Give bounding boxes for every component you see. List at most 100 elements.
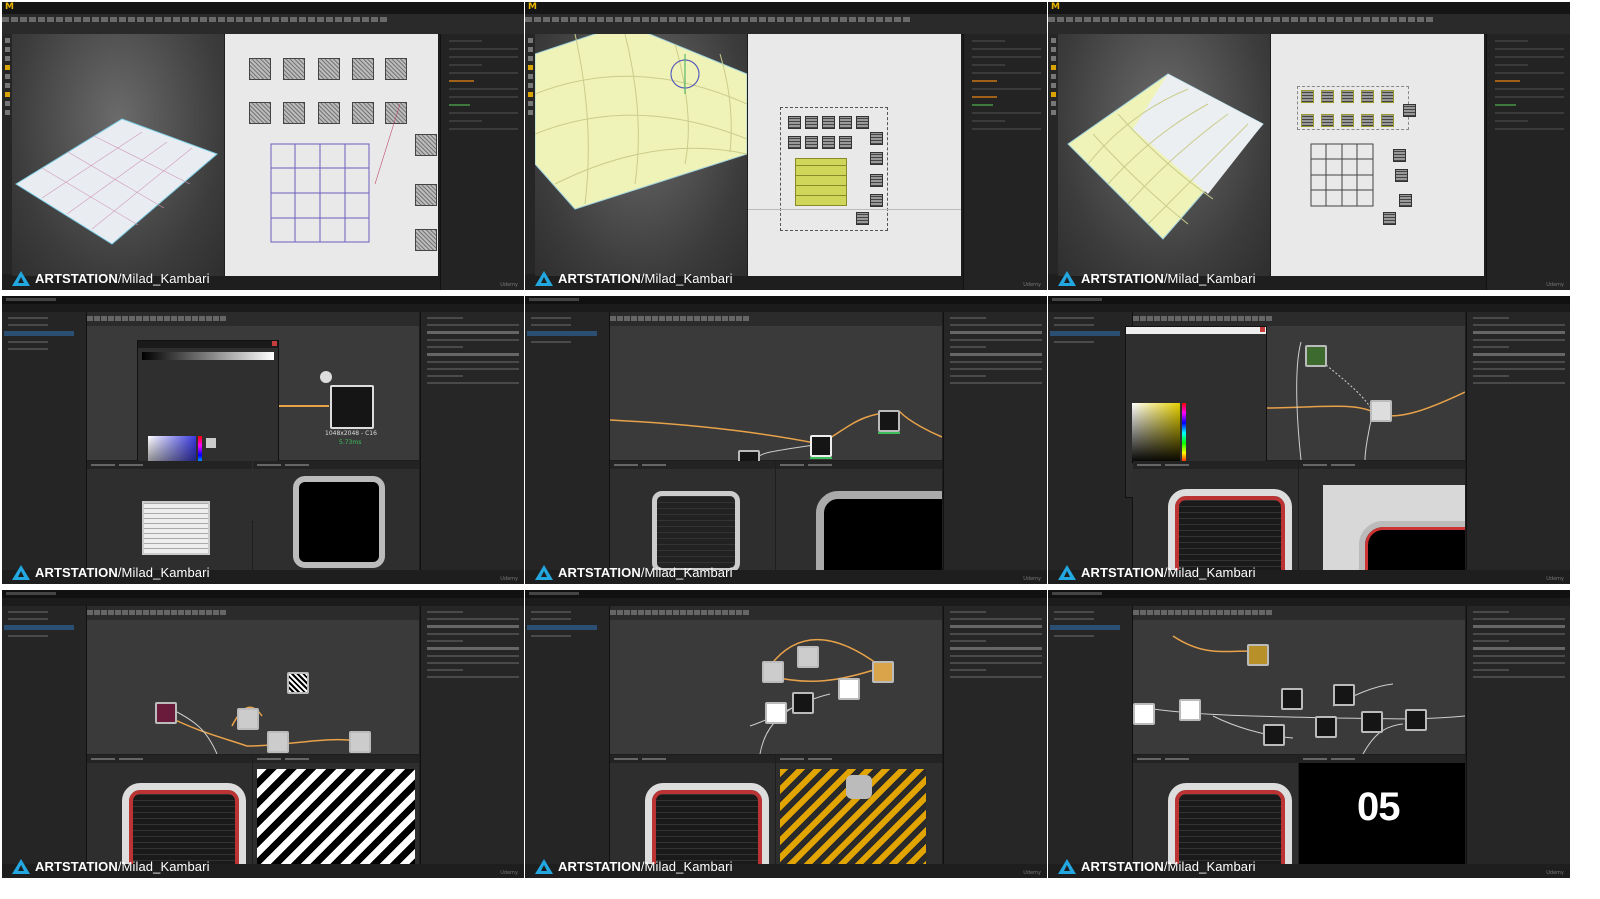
- credit-label: Udemy: [500, 870, 518, 876]
- node-icon: [320, 371, 332, 383]
- graph-view[interactable]: [1133, 606, 1465, 754]
- explorer-panel[interactable]: [2, 606, 87, 864]
- uv-viewport[interactable]: [748, 34, 961, 276]
- close-icon[interactable]: [272, 341, 277, 346]
- watermark-brand: ARTSTATION: [1081, 270, 1164, 286]
- left-tool-strip[interactable]: [1048, 34, 1058, 274]
- 2d-view-right[interactable]: [253, 461, 419, 570]
- properties-panel[interactable]: [440, 34, 524, 290]
- 2d-view-left[interactable]: [87, 461, 252, 570]
- uv-viewport[interactable]: [225, 34, 438, 276]
- menu-bar[interactable]: M: [2, 2, 524, 14]
- mesh-preview: [15, 118, 218, 245]
- graph-view[interactable]: [610, 312, 942, 474]
- graph-node[interactable]: [838, 678, 860, 700]
- 3d-viewport[interactable]: [1058, 34, 1270, 276]
- 2d-view-right[interactable]: [1299, 461, 1465, 570]
- rizom-logo-icon: M: [528, 2, 537, 12]
- properties-panel[interactable]: [1486, 34, 1570, 290]
- left-tool-strip[interactable]: [2, 34, 12, 274]
- graph-node[interactable]: [797, 646, 819, 668]
- menu-bar[interactable]: [2, 598, 524, 606]
- graph-node[interactable]: [267, 731, 289, 753]
- graph-node[interactable]: [1315, 716, 1337, 738]
- close-icon[interactable]: [1260, 327, 1265, 332]
- mesh-preview: [1067, 73, 1264, 240]
- graph-node[interactable]: [1405, 709, 1427, 731]
- graph-node[interactable]: [792, 692, 814, 714]
- hue-slider[interactable]: [1182, 403, 1186, 463]
- color-spectrum[interactable]: [1132, 403, 1180, 463]
- graph-node[interactable]: [1281, 688, 1303, 710]
- properties-panel[interactable]: [943, 312, 1047, 570]
- node-wires: [1133, 635, 1465, 754]
- explorer-panel[interactable]: [2, 312, 87, 570]
- properties-panel[interactable]: [943, 606, 1047, 864]
- explorer-panel[interactable]: [525, 312, 610, 570]
- graph-node[interactable]: [155, 702, 177, 724]
- graph-node[interactable]: [1333, 684, 1355, 706]
- menu-bar[interactable]: [525, 598, 1047, 606]
- graph-node[interactable]: [872, 661, 894, 683]
- 2d-view-right[interactable]: [776, 461, 942, 570]
- panel-substance-6: ARTSTATION/Milad_Kambari Udemy: [1048, 296, 1570, 584]
- graph-node[interactable]: [349, 731, 371, 753]
- menu-bar[interactable]: [525, 304, 1047, 312]
- left-tool-strip[interactable]: [525, 34, 535, 274]
- 2d-view-left[interactable]: [1133, 461, 1298, 570]
- 3d-viewport[interactable]: [534, 23, 748, 276]
- 2d-view-left[interactable]: [610, 755, 775, 864]
- 2d-view-left[interactable]: [1133, 755, 1298, 864]
- rizom-logo-icon: M: [1051, 2, 1060, 12]
- uv-island-grid: [270, 103, 401, 243]
- graph-node[interactable]: [237, 708, 259, 730]
- panel-rizom-3: M ARTSTATION/Milad_Kambari Udemy: [1048, 2, 1570, 290]
- graph-node[interactable]: [1263, 724, 1285, 746]
- graph-view[interactable]: [1125, 312, 1465, 498]
- 2d-view-right[interactable]: 05: [1299, 755, 1465, 864]
- watermark-brand: ARTSTATION: [558, 564, 641, 580]
- menu-bar[interactable]: [2, 304, 524, 312]
- graph-node[interactable]: [1133, 703, 1155, 725]
- 2d-view-left[interactable]: [87, 755, 252, 864]
- graph-node[interactable]: [1247, 644, 1269, 666]
- panel-substance-7: ARTSTATION/Milad_Kambari Udemy: [2, 590, 524, 878]
- graph-node[interactable]: [1370, 400, 1392, 422]
- menu-bar[interactable]: M: [1048, 2, 1570, 14]
- panel-substance-4: 1048x2048 - C16 5.73ms ARTSTATION/Milad_…: [2, 296, 524, 584]
- graph-view[interactable]: [610, 606, 942, 754]
- properties-panel[interactable]: [420, 606, 524, 864]
- 2d-view-left[interactable]: [610, 461, 775, 570]
- graph-view[interactable]: [87, 606, 419, 754]
- graph-view[interactable]: 1048x2048 - C16 5.73ms: [87, 312, 419, 522]
- panel-substance-9: 05 ARTSTATION/Milad_Kambari Udemy: [1048, 590, 1570, 878]
- graph-node[interactable]: [878, 410, 900, 434]
- artstation-watermark: ARTSTATION/Milad_Kambari: [12, 563, 210, 581]
- menu-bar[interactable]: [1048, 598, 1570, 606]
- 2d-view-right[interactable]: [253, 755, 419, 864]
- graph-node[interactable]: [287, 672, 309, 694]
- menu-bar[interactable]: M: [525, 2, 1047, 14]
- 2d-view-right[interactable]: [776, 755, 942, 864]
- properties-panel[interactable]: [1466, 606, 1570, 864]
- graph-node[interactable]: [1361, 711, 1383, 733]
- graph-node[interactable]: [762, 661, 784, 683]
- 3d-viewport[interactable]: [12, 34, 224, 276]
- graph-node[interactable]: [330, 385, 374, 429]
- toolbar[interactable]: [1048, 14, 1570, 35]
- explorer-panel[interactable]: [1048, 606, 1133, 864]
- properties-panel[interactable]: [420, 312, 524, 570]
- graph-node[interactable]: [1305, 345, 1327, 367]
- graph-node[interactable]: [1179, 699, 1201, 721]
- properties-panel[interactable]: [1466, 312, 1570, 570]
- properties-panel[interactable]: [963, 34, 1047, 290]
- graph-node[interactable]: [810, 435, 832, 459]
- menu-bar[interactable]: [1048, 304, 1570, 312]
- toolbar[interactable]: [2, 14, 524, 35]
- panel-rizom-1: M ARTSTATION/Milad_Kambari Udemy: [2, 2, 524, 290]
- explorer-panel[interactable]: [1048, 312, 1133, 570]
- explorer-panel[interactable]: [525, 606, 610, 864]
- toolbar[interactable]: [525, 14, 1047, 35]
- graph-node[interactable]: [765, 702, 787, 724]
- uv-viewport[interactable]: [1271, 34, 1484, 276]
